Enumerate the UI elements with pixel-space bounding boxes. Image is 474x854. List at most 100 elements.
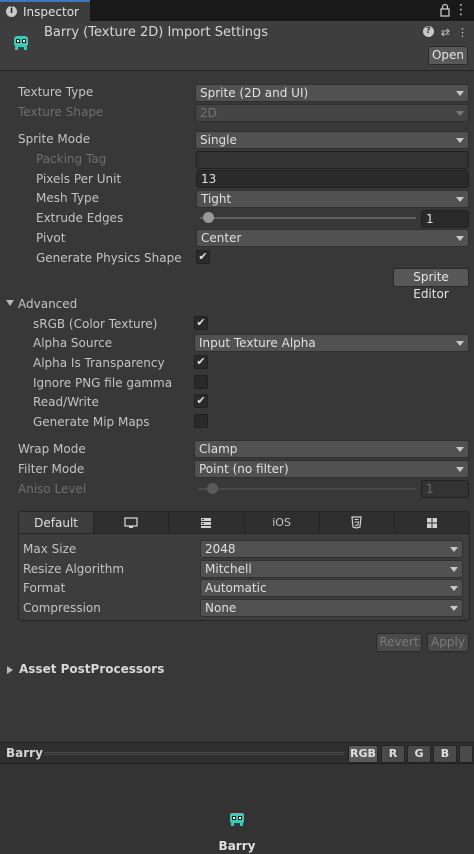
preview-drag-handle[interactable] [44,752,344,755]
monitor-icon [124,516,138,528]
chevron-down-icon [456,447,464,452]
preview-area: Barry [0,764,474,854]
pivot-dropdown[interactable]: Center [196,229,469,247]
texture-type-value: Sprite (2D and UI) [200,86,309,100]
alpha-source-dropdown[interactable]: Input Texture Alpha [194,334,469,352]
red-channel-button[interactable]: R [381,745,405,763]
alpha-source-label: Alpha Source [33,336,113,350]
aniso-level-slider-handle [207,483,218,494]
tab-default-label: Default [34,515,79,530]
texture-shape-value: 2D [200,106,217,120]
lock-icon[interactable] [438,3,452,17]
extrude-edges-label: Extrude Edges [36,211,124,225]
server-icon [201,517,212,528]
ignore-png-gamma-label: Ignore PNG file gamma [33,376,173,390]
kebab-menu-icon[interactable]: ⋮ [454,2,468,18]
wrap-mode-dropdown[interactable]: Clamp [194,440,469,458]
extrude-edges-input[interactable]: 1 [421,210,469,228]
tab-default[interactable]: Default [19,512,95,533]
alpha-channel-button[interactable] [459,745,473,763]
compression-dropdown[interactable]: None [200,599,463,617]
tab-inspector-label: Inspector [23,4,79,19]
ignore-png-gamma-checkbox[interactable] [194,375,208,389]
max-size-label: Max Size [23,542,77,556]
inspector-header: Barry (Texture 2D) Import Settings ? ⇄ ⋮… [0,21,474,71]
packing-tag-input [196,151,469,169]
sprite-mode-dropdown[interactable]: Single [195,131,469,149]
sprite-preview-image [230,813,244,826]
info-icon: i [6,6,17,17]
texture-type-dropdown[interactable]: Sprite (2D and UI) [195,84,469,102]
context-menu-icon[interactable]: ⋮ [457,26,468,39]
advanced-foldout-label[interactable]: Advanced [18,297,77,311]
tab-inspector[interactable]: i Inspector [0,0,90,21]
green-channel-button[interactable]: G [407,745,431,763]
aniso-level-label: Aniso Level [18,482,87,496]
chevron-down-icon [450,586,458,591]
srgb-checkbox[interactable]: ✔ [194,316,208,330]
format-dropdown[interactable]: Automatic [200,579,463,597]
preview-caption: Barry [218,839,256,853]
read-write-label: Read/Write [33,395,99,409]
extrude-edges-slider-handle[interactable] [203,212,214,223]
texture-shape-label: Texture Shape [18,105,104,119]
aniso-level-input: 1 [421,480,469,498]
alpha-is-transparency-checkbox[interactable]: ✔ [194,355,208,369]
blue-channel-button[interactable]: B [433,745,457,763]
aniso-level-slider-track [198,488,416,490]
header-icons: ? ⇄ ⋮ [422,26,468,39]
resize-algorithm-label: Resize Algorithm [23,562,125,576]
preset-icon[interactable]: ⇄ [441,26,450,39]
wrap-mode-value: Clamp [199,442,238,456]
open-button[interactable]: Open [428,46,468,65]
chevron-down-icon [450,567,458,572]
read-write-checkbox[interactable]: ✔ [194,394,208,408]
wrap-mode-label: Wrap Mode [18,442,86,456]
generate-mip-maps-checkbox[interactable] [194,414,208,428]
max-size-dropdown[interactable]: 2048 [200,540,463,558]
preview-toolbar: Barry RGB R G B [0,742,474,764]
texture-shape-dropdown: 2D [195,104,469,122]
format-value: Automatic [205,581,267,595]
generate-physics-shape-checkbox[interactable]: ✔ [196,250,210,264]
max-size-value: 2048 [205,542,236,556]
chevron-down-icon [456,236,464,241]
format-label: Format [23,581,66,595]
mesh-type-value: Tight [201,192,232,206]
mesh-type-dropdown[interactable]: Tight [196,190,469,208]
asset-postprocessors-foldout-label[interactable]: Asset PostProcessors [19,662,164,676]
filter-mode-label: Filter Mode [18,462,85,476]
asset-postprocessors-foldout-arrow-icon[interactable] [7,666,13,674]
tab-windows-store[interactable] [395,512,469,533]
sprite-mode-value: Single [200,133,237,147]
filter-mode-dropdown[interactable]: Point (no filter) [194,460,469,478]
platform-tabs: Default iOS [19,512,469,534]
html5-icon [351,516,362,529]
revert-button[interactable]: Revert [376,633,422,652]
tab-ios-label: iOS [272,516,291,529]
extrude-edges-slider-track[interactable] [200,217,416,219]
packing-tag-label: Packing Tag [36,152,107,166]
generate-mip-maps-label: Generate Mip Maps [33,415,150,429]
apply-button[interactable]: Apply [427,633,469,652]
chevron-down-icon [450,606,458,611]
rgb-channel-button[interactable]: RGB [348,745,378,763]
chevron-down-icon [456,111,464,116]
advanced-foldout-arrow-icon[interactable] [6,300,14,306]
tab-server[interactable] [169,512,245,533]
tab-ios[interactable]: iOS [245,512,320,533]
sprite-asset-icon [14,36,28,50]
alpha-is-transparency-label: Alpha Is Transparency [33,356,165,370]
texture-type-label: Texture Type [18,85,94,99]
pixels-per-unit-input[interactable]: 13 [196,170,469,188]
resize-algorithm-dropdown[interactable]: Mitchell [200,560,463,578]
platform-settings-panel: Default iOS Max Size 2048 Resize Algorit… [18,511,470,621]
chevron-down-icon [456,467,464,472]
sprite-editor-button[interactable]: Sprite Editor [393,268,469,301]
tab-webgl[interactable] [320,512,395,533]
help-icon[interactable]: ? [422,26,434,37]
pixels-per-unit-label: Pixels Per Unit [36,172,122,186]
tab-standalone[interactable] [94,512,170,533]
pivot-value: Center [201,231,242,245]
pivot-label: Pivot [36,231,66,245]
